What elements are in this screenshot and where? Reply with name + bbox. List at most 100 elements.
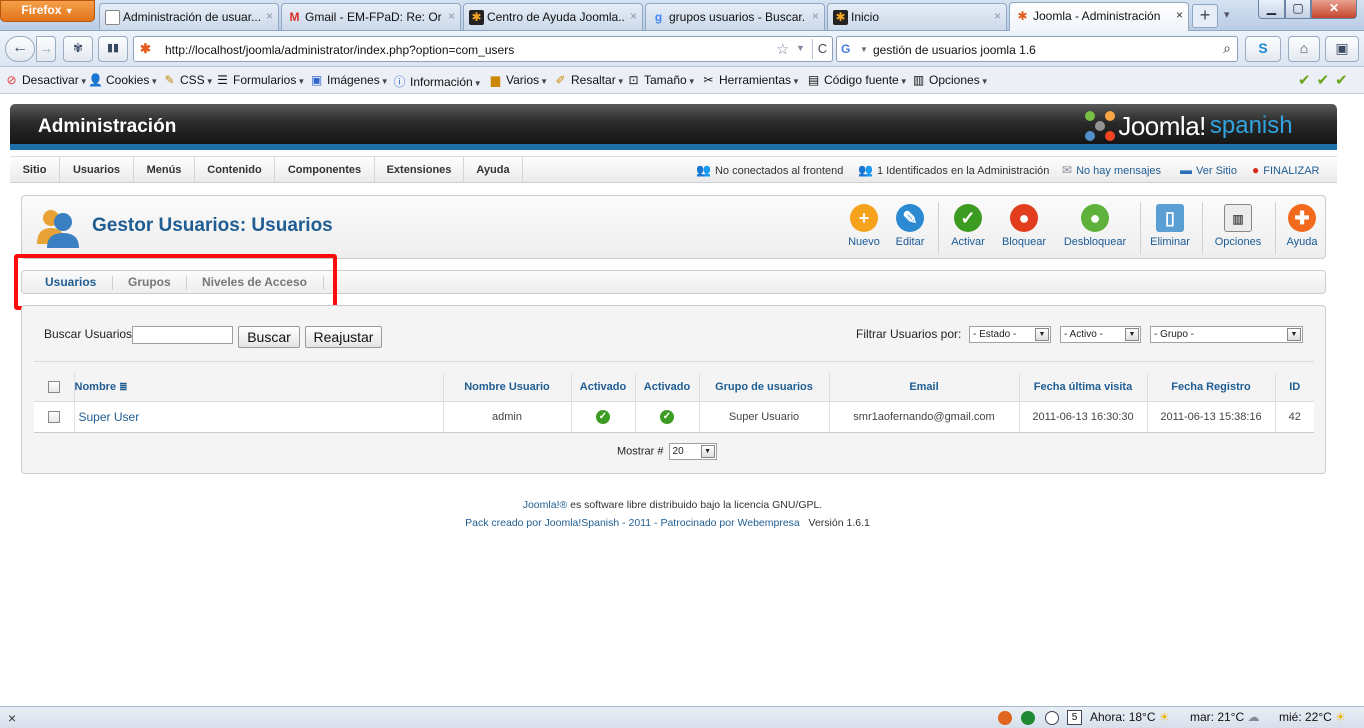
select-all-checkbox[interactable] bbox=[47, 380, 60, 393]
skype-icon[interactable]: S bbox=[1245, 36, 1281, 62]
close-tab-icon[interactable]: × bbox=[994, 9, 1001, 23]
license-text: es software libre distribuido bajo la li… bbox=[570, 499, 823, 511]
joomla-link[interactable]: Joomla!® bbox=[523, 499, 568, 511]
col-ultima-visita[interactable]: Fecha última visita bbox=[1019, 373, 1148, 402]
gmail-icon: M bbox=[289, 10, 300, 24]
bm-resaltar[interactable]: ✐ Resaltar▼ bbox=[553, 73, 624, 87]
bookmark-star-icon[interactable]: ☆ bbox=[776, 40, 789, 58]
browser-tab-active[interactable]: ✱ Joomla - Administración × bbox=[1009, 2, 1189, 31]
col-nombre-usuario[interactable]: Nombre Usuario bbox=[443, 373, 572, 402]
col-activado[interactable]: Activado bbox=[571, 373, 636, 402]
search-input[interactable] bbox=[132, 326, 233, 344]
view-site-link[interactable]: ▬ Ver Sitio bbox=[1180, 157, 1237, 183]
check-icon[interactable]: ✓ bbox=[660, 409, 674, 424]
clock-icon[interactable] bbox=[1045, 710, 1059, 725]
close-window-button[interactable]: ✕ bbox=[1311, 0, 1357, 19]
google-icon[interactable]: G bbox=[841, 41, 857, 57]
bm-formularios[interactable]: ☰ Formularios▼ bbox=[215, 73, 305, 87]
chevron-down-icon[interactable]: ▼ bbox=[860, 45, 868, 54]
browser-tab[interactable]: M Gmail - EM-FPaD: Re: Or... × bbox=[281, 3, 461, 30]
new-button[interactable]: + Nuevo bbox=[844, 204, 884, 248]
home-button[interactable]: ⌂ bbox=[1288, 36, 1320, 62]
bm-informacion[interactable]: ⓘ Información▼ bbox=[392, 73, 481, 90]
browser-tab[interactable]: ✱ Inicio × bbox=[827, 3, 1007, 30]
bm-herramientas[interactable]: ✂ Herramientas▼ bbox=[701, 73, 799, 87]
pencil-icon: ✎ bbox=[896, 204, 924, 232]
new-tab-button[interactable]: + bbox=[1192, 4, 1218, 28]
block-button[interactable]: ● Bloquear bbox=[1000, 204, 1048, 248]
bm-varios[interactable]: ▆ Varios▼ bbox=[488, 73, 548, 87]
forward-button[interactable]: → bbox=[36, 36, 56, 62]
col-nombre[interactable]: Nombre ≣ bbox=[74, 373, 444, 402]
reload-icon[interactable]: C bbox=[812, 39, 832, 59]
bm-cookies[interactable]: 👤 Cookies▼ bbox=[88, 73, 158, 87]
close-tab-icon[interactable]: × bbox=[1176, 8, 1183, 22]
edit-button[interactable]: ✎ Editar bbox=[893, 204, 927, 248]
help-button[interactable]: ✚ Ayuda bbox=[1284, 204, 1320, 248]
menu-ayuda[interactable]: Ayuda bbox=[464, 157, 523, 183]
bm-codigo-fuente[interactable]: ▤ Código fuente▼ bbox=[806, 73, 908, 87]
logo-text: Joomla! bbox=[1118, 111, 1206, 141]
user-name-link[interactable]: Super User bbox=[74, 401, 444, 434]
close-tab-icon[interactable]: × bbox=[448, 9, 455, 23]
browser-tab[interactable]: g grupos usuarios - Buscar... × bbox=[645, 3, 825, 30]
messages-link[interactable]: ✉ No hay mensajes bbox=[1062, 157, 1161, 183]
menu-menus[interactable]: Menús bbox=[134, 157, 195, 183]
col-id[interactable]: ID bbox=[1275, 373, 1314, 402]
bm-imagenes[interactable]: ▣ Imágenes▼ bbox=[309, 73, 389, 87]
limit-select[interactable]: 20 ▼ bbox=[668, 443, 717, 460]
menu-contenido[interactable]: Contenido bbox=[195, 157, 275, 183]
browser-tab[interactable]: ✱ Centro de Ayuda Joomla... × bbox=[463, 3, 643, 30]
grupo-select[interactable]: - Grupo - ▼ bbox=[1150, 326, 1303, 343]
plus-icon: + bbox=[850, 204, 878, 232]
reset-button[interactable]: Reajustar bbox=[305, 326, 382, 348]
status-green-icon[interactable] bbox=[1021, 710, 1035, 725]
logout-link[interactable]: ● FINALIZAR bbox=[1252, 157, 1319, 183]
stats-icon[interactable]: ▮▮ bbox=[98, 36, 128, 62]
back-button[interactable]: ← bbox=[5, 36, 35, 62]
close-findbar-icon[interactable]: × bbox=[8, 710, 16, 726]
menu-usuarios[interactable]: Usuarios bbox=[60, 157, 134, 183]
weather-wed[interactable]: mié: 22°C ☀ bbox=[1279, 710, 1346, 724]
col-email[interactable]: Email bbox=[829, 373, 1020, 402]
url-bar[interactable]: ✱ http://localhost/joomla/administrator/… bbox=[133, 36, 833, 62]
extension-icon[interactable]: ✾ bbox=[63, 36, 93, 62]
bm-tamano[interactable]: ⊡ Tamaño▼ bbox=[626, 73, 695, 87]
firefox-menu-button[interactable]: Firefox ▼ bbox=[0, 0, 95, 22]
credits-link[interactable]: Pack creado por Joomla!Spanish - 2011 - … bbox=[465, 517, 800, 529]
menu-extensiones[interactable]: Extensiones bbox=[375, 157, 464, 183]
delete-button[interactable]: ▯ Eliminar bbox=[1149, 204, 1191, 248]
close-tab-icon[interactable]: × bbox=[812, 9, 819, 23]
calendar-icon[interactable]: 5 bbox=[1067, 710, 1082, 725]
activate-button[interactable]: ✓ Activar bbox=[949, 204, 987, 248]
row-checkbox[interactable] bbox=[47, 410, 60, 423]
bm-label: Opciones bbox=[929, 73, 980, 87]
bm-css[interactable]: ✎ CSS▼ bbox=[162, 73, 213, 87]
options-button[interactable]: ▥ Opciones bbox=[1213, 204, 1263, 248]
activo-select[interactable]: - Activo - ▼ bbox=[1060, 326, 1141, 343]
menu-componentes[interactable]: Componentes bbox=[275, 157, 375, 183]
search-icon[interactable]: ⌕ bbox=[1223, 40, 1231, 57]
unblock-button[interactable]: ● Desbloquear bbox=[1062, 204, 1128, 248]
weather-now[interactable]: Ahora: 18°C ☀ bbox=[1090, 710, 1170, 724]
menu-sitio[interactable]: Sitio bbox=[10, 157, 60, 183]
estado-select[interactable]: - Estado - ▼ bbox=[969, 326, 1051, 343]
col-registro[interactable]: Fecha Registro bbox=[1147, 373, 1276, 402]
col-activado-2[interactable]: Activado bbox=[635, 373, 700, 402]
browser-tab[interactable]: Administración de usuar... × bbox=[99, 3, 279, 30]
check-icon[interactable]: ✓ bbox=[596, 409, 610, 424]
tab-list-icon[interactable]: ▾ bbox=[1224, 8, 1230, 21]
search-button[interactable]: Buscar bbox=[238, 326, 300, 348]
firefox-icon[interactable] bbox=[998, 710, 1012, 725]
close-tab-icon[interactable]: × bbox=[266, 9, 273, 23]
menu-button[interactable]: ▣ bbox=[1325, 36, 1359, 62]
maximize-button[interactable]: ▢ bbox=[1285, 0, 1311, 19]
chevron-down-icon[interactable]: ▼ bbox=[796, 43, 805, 53]
bm-opciones[interactable]: ▥ Opciones▼ bbox=[911, 73, 989, 87]
bm-desactivar[interactable]: ⊘ Desactivar▼ bbox=[4, 73, 87, 87]
close-tab-icon[interactable]: × bbox=[630, 9, 637, 23]
search-bar[interactable]: G ▼ gestión de usuarios joomla 1.6 ⌕ bbox=[836, 36, 1238, 62]
minimize-button[interactable]: ▁ bbox=[1258, 0, 1285, 19]
col-grupo[interactable]: Grupo de usuarios bbox=[699, 373, 830, 402]
weather-tue[interactable]: mar: 21°C ☁ bbox=[1190, 710, 1260, 724]
